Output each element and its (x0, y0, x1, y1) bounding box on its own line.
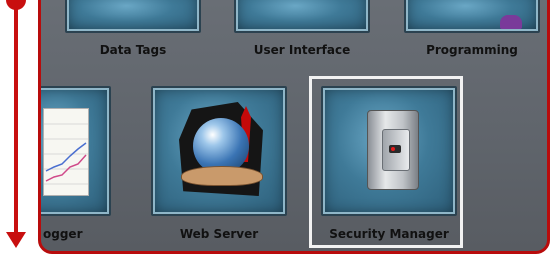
line-chart-icon (43, 108, 89, 196)
logger-tile[interactable] (41, 86, 111, 216)
data-tags-tile[interactable] (65, 0, 201, 33)
user-interface-label: User Interface (253, 43, 351, 57)
programming-label: Programming (426, 43, 518, 57)
scroll-track (14, 8, 18, 236)
scroll-down-arrow-icon[interactable] (6, 232, 26, 248)
programming-icon (500, 15, 522, 29)
web-server-label: Web Server (179, 227, 259, 241)
programming-tile[interactable] (404, 0, 540, 33)
logger-label: ogger (43, 227, 83, 241)
selection-outline (309, 76, 463, 248)
web-server-tile[interactable] (151, 86, 287, 216)
user-interface-tile[interactable] (234, 0, 370, 33)
data-tags-label: Data Tags (99, 43, 167, 57)
hands-icon (181, 166, 263, 186)
module-panel: Data Tags User Interface Programming ogg… (38, 0, 550, 254)
